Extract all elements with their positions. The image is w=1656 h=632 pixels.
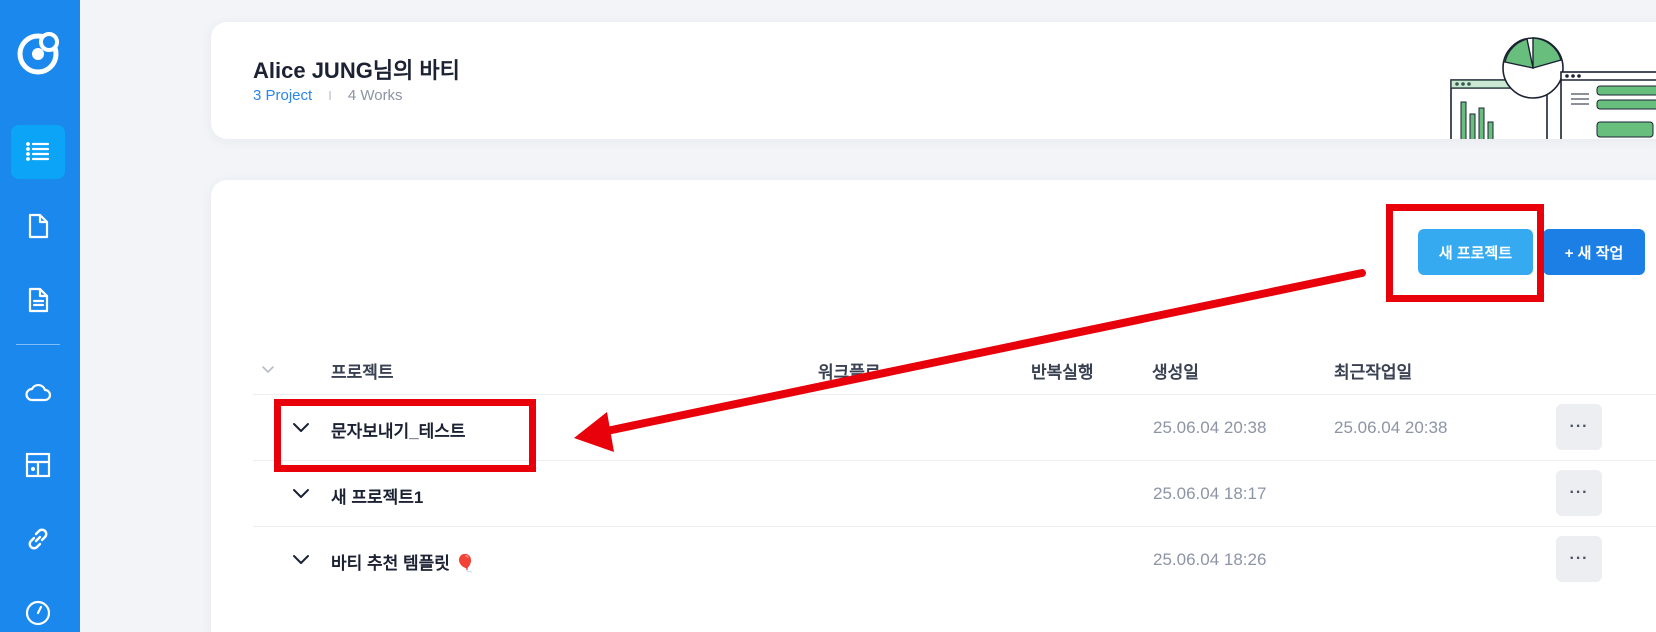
sidebar-item-pages[interactable] [11,199,65,253]
sidebar-divider [16,344,60,345]
sidebar [0,0,80,632]
column-header-project: 프로젝트 [331,363,394,382]
list-icon [26,142,50,161]
gauge-icon [25,600,51,626]
annotation-highlight-box [274,399,536,472]
summary-separator: I [328,88,332,103]
document-icon [28,287,49,313]
logo-icon[interactable] [14,28,62,76]
created-date: 25.06.04 18:17 [1153,484,1267,503]
chevron-down-icon[interactable] [290,482,312,504]
recent-date: 25.06.04 20:38 [1334,418,1448,437]
header-summary: 3 Project I 4 Works [253,87,403,104]
more-options-button[interactable]: ··· [1556,470,1602,516]
new-work-button[interactable]: + 새 작업 [1543,229,1645,275]
sidebar-item-layout[interactable] [11,438,65,492]
column-header-recent: 최근작업일 [1334,363,1413,382]
created-date: 25.06.04 18:26 [1153,550,1267,569]
page-title: Alice JUNG님의 바티 [253,58,460,83]
page-icon [28,213,49,239]
table-divider [253,526,1656,527]
collapse-all-chevron-icon[interactable] [259,360,277,378]
cloud-icon [25,383,52,402]
sidebar-item-dashboard[interactable] [11,586,65,632]
work-count: 4 Works [347,87,403,104]
sidebar-item-projects[interactable] [11,125,65,179]
chevron-down-icon[interactable] [290,548,312,570]
header-card: Alice JUNG님의 바티 3 Project I 4 Works [211,22,1656,139]
project-name[interactable]: 새 프로젝트1 [331,483,423,508]
sidebar-item-cloud[interactable] [11,365,65,419]
column-header-created: 생성일 [1152,363,1199,382]
sidebar-item-documents[interactable] [11,273,65,327]
project-count[interactable]: 3 Project [253,87,312,104]
layout-icon [25,452,51,478]
table-divider [253,394,1656,395]
link-icon [28,528,48,550]
dashboard-illustration [1450,37,1656,139]
column-header-repeat: 반복실행 [1031,363,1094,382]
created-date: 25.06.04 20:38 [1153,418,1267,437]
more-options-button[interactable]: ··· [1556,404,1602,450]
more-options-button[interactable]: ··· [1556,536,1602,582]
column-header-workflow: 워크플로 [818,363,881,382]
project-name[interactable]: 바티 추천 템플릿 🎈 [331,549,476,574]
sidebar-item-links[interactable] [11,512,65,566]
annotation-highlight-box [1386,204,1544,302]
